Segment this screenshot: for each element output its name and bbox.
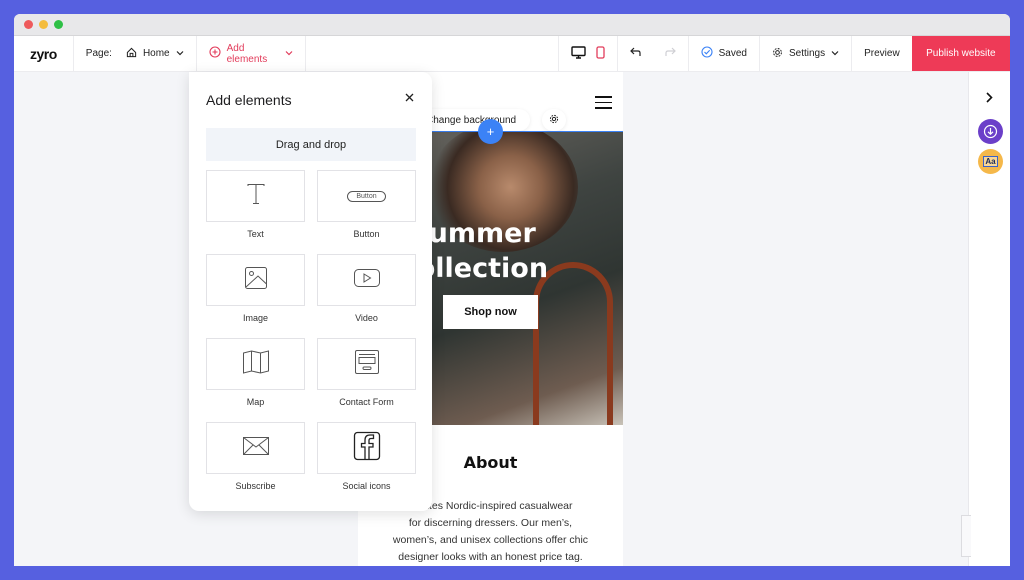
element-tile-image[interactable] — [206, 254, 305, 306]
editor-toolbar: zyro Page: Home Add elements Saved Setti… — [14, 36, 1010, 72]
download-icon[interactable] — [978, 119, 1003, 144]
publish-website-button[interactable]: Publish website — [911, 36, 1010, 71]
add-section-button[interactable]: + — [478, 119, 503, 144]
chevron-down-icon — [285, 48, 293, 59]
element-tile-button[interactable]: Button — [317, 170, 416, 222]
map-icon — [242, 349, 270, 379]
home-icon — [126, 47, 137, 61]
facebook-icon — [353, 431, 381, 466]
element-label: Text — [247, 229, 264, 239]
element-label: Social icons — [342, 481, 391, 491]
typography-icon[interactable]: Aa — [978, 149, 1003, 174]
chevron-down-icon — [176, 48, 184, 59]
check-circle-icon — [701, 46, 713, 61]
page-selector[interactable]: Page: Home — [74, 36, 197, 71]
element-tile-video[interactable] — [317, 254, 416, 306]
section-settings-button[interactable] — [542, 109, 566, 131]
desktop-view-icon[interactable] — [570, 45, 586, 62]
maximize-window-button[interactable] — [54, 20, 63, 29]
hero-chair — [533, 262, 613, 425]
preview-button[interactable]: Preview — [852, 36, 912, 71]
title-bar — [14, 14, 1010, 36]
right-sidebar: Aa — [968, 72, 1010, 566]
zyro-logo: zyro — [14, 36, 74, 71]
chevron-down-icon — [831, 48, 839, 59]
browser-window: zyro Page: Home Add elements Saved Setti… — [14, 14, 1010, 566]
recaptcha-badge — [961, 515, 971, 557]
mobile-view-icon[interactable] — [595, 45, 605, 62]
redo-icon[interactable] — [664, 47, 676, 60]
shop-now-button[interactable]: Shop now — [443, 295, 538, 329]
plus-icon: + — [486, 124, 495, 139]
contact-form-icon — [354, 349, 380, 380]
text-icon — [246, 183, 266, 210]
add-elements-button[interactable]: Add elements — [197, 36, 306, 71]
gear-icon — [549, 111, 559, 129]
settings-button[interactable]: Settings — [760, 36, 853, 71]
envelope-icon — [242, 436, 270, 461]
minimize-window-button[interactable] — [39, 20, 48, 29]
add-elements-label: Add elements — [226, 42, 268, 65]
page-label: Page: — [85, 48, 112, 59]
element-label: Image — [242, 313, 268, 323]
element-tile-subscribe[interactable] — [206, 422, 305, 474]
element-label: Video — [355, 313, 378, 323]
page-value: Home — [142, 48, 170, 59]
element-tile-social-icons[interactable] — [317, 422, 416, 474]
element-tile-map[interactable] — [206, 338, 305, 390]
hamburger-menu-icon[interactable] — [595, 96, 612, 109]
undo-icon[interactable] — [629, 47, 642, 60]
element-label: Map — [246, 397, 265, 407]
drag-and-drop-hint: Drag and drop — [206, 128, 416, 161]
image-icon — [244, 266, 268, 295]
panel-title: Add elements — [206, 92, 292, 108]
gear-icon — [772, 47, 783, 61]
video-icon — [353, 268, 381, 293]
saved-label: Saved — [718, 48, 747, 59]
chevron-right-icon[interactable] — [985, 90, 993, 108]
saved-status: Saved — [689, 36, 760, 71]
element-label: Subscribe — [235, 481, 276, 491]
settings-label: Settings — [788, 48, 826, 59]
button-icon: Button — [347, 190, 386, 202]
element-label: Button — [353, 229, 380, 239]
element-label: Contact Form — [339, 397, 394, 407]
add-elements-panel: Add elements Drag and drop Text Button B… — [189, 72, 432, 511]
element-tile-text[interactable] — [206, 170, 305, 222]
close-window-button[interactable] — [24, 20, 33, 29]
close-icon[interactable] — [405, 89, 414, 107]
plus-circle-icon — [209, 46, 221, 61]
element-tile-contact-form[interactable] — [317, 338, 416, 390]
